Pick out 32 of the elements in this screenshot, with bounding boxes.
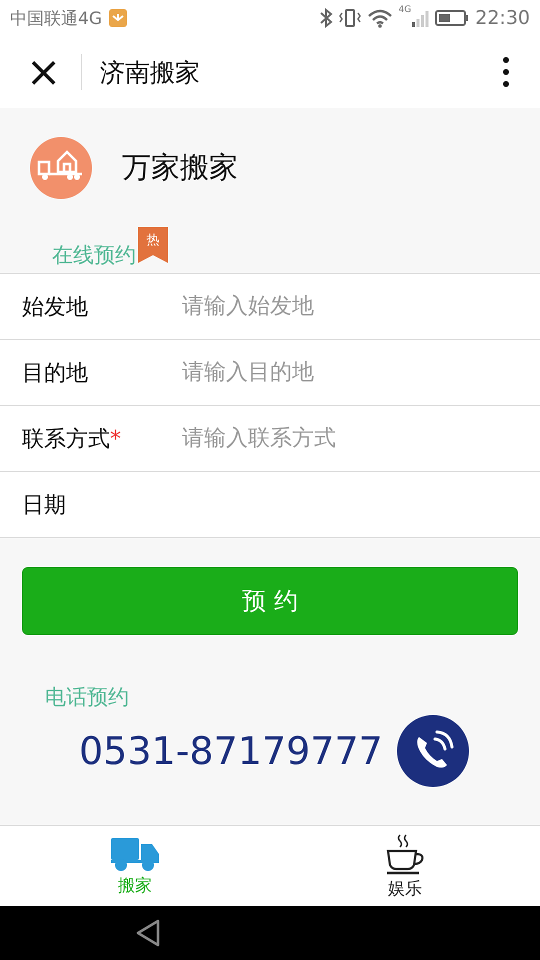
clock: 22:30 — [475, 7, 530, 29]
notification-icon — [108, 8, 128, 28]
truck-icon — [110, 836, 160, 872]
field-label: 始发地 — [22, 294, 88, 320]
section-title: 电话预约 — [45, 684, 130, 711]
carrier-name: 中国联通4G — [10, 8, 102, 30]
input-field[interactable]: 请输入始发地 — [180, 286, 520, 328]
field-label: 目的地 — [22, 360, 88, 386]
truck-house-logo — [30, 137, 92, 199]
page-title: 济南搬家 — [100, 56, 200, 88]
field-label: 联系方式 — [22, 426, 110, 452]
hot-badge: 热 — [138, 227, 168, 263]
phone-number: 0531-87179777 — [79, 729, 383, 773]
battery-icon — [435, 8, 470, 28]
wifi-icon — [366, 8, 393, 28]
required-mark: * — [110, 426, 121, 452]
section-title: 在线预约 — [52, 242, 136, 269]
input-field[interactable]: 请输入联系方式 — [180, 418, 520, 460]
tab[interactable]: 娱乐 — [270, 826, 540, 906]
network-type: 4G — [398, 5, 412, 15]
vibrate-icon — [338, 8, 361, 28]
tab-label: 搬家 — [118, 874, 152, 896]
company-name: 万家搬家 — [122, 149, 238, 186]
bluetooth-icon — [318, 8, 333, 28]
field-label: 日期 — [22, 492, 66, 518]
back-icon[interactable] — [135, 918, 161, 948]
input-field[interactable]: 请输入目的地 — [180, 352, 520, 394]
tab-label: 娱乐 — [388, 878, 422, 900]
more-icon[interactable] — [502, 56, 510, 88]
phone-call-icon[interactable] — [396, 715, 469, 787]
signal-icon — [411, 8, 430, 28]
close-button[interactable]: × — [20, 51, 68, 93]
